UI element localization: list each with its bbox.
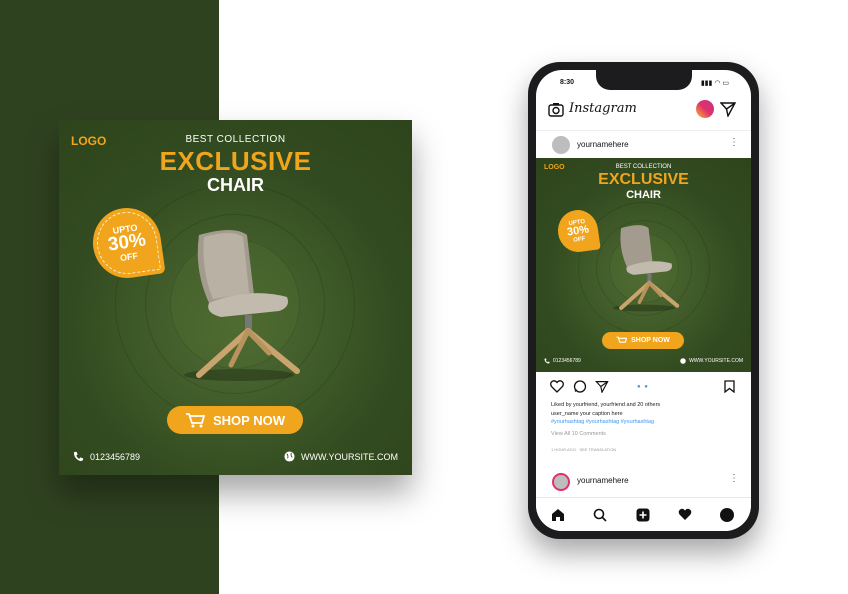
chair-image xyxy=(184,230,300,381)
globe-icon xyxy=(680,358,686,364)
status-time: 8:30 xyxy=(560,79,575,86)
phone-frame: 8:30 ▮▮▮ ◠ ▭ Instagram yournamehere ⋮ LO… xyxy=(528,62,759,539)
website-url: WWW.YOURSITE.COM xyxy=(301,451,398,462)
shop-now-button[interactable]: SHOP NOW xyxy=(167,406,303,434)
contact-phone: 0123456789 xyxy=(544,358,581,364)
next-post-header: yournamehere ⋮ xyxy=(536,469,751,495)
more-options-icon[interactable]: ⋮ xyxy=(729,137,739,148)
phone-icon xyxy=(544,358,550,364)
app-title: Instagram xyxy=(569,101,637,116)
website-url: WWW.YOURSITE.COM xyxy=(689,358,743,364)
subheadline: CHAIR xyxy=(207,175,264,195)
chair-image xyxy=(612,225,680,312)
phone-notch xyxy=(596,70,692,90)
plus-icon[interactable] xyxy=(636,508,650,522)
phone-number: 0123456789 xyxy=(90,451,141,462)
contact-website: WWW.YOURSITE.COM xyxy=(680,358,743,364)
kicker-text: BEST COLLECTION xyxy=(615,164,672,170)
app-header: Instagram xyxy=(536,96,751,126)
shop-now-label: SHOP NOW xyxy=(213,412,285,428)
igtv-icon[interactable] xyxy=(696,100,714,118)
phone-icon xyxy=(73,451,84,462)
cart-icon xyxy=(616,336,628,343)
cart-icon xyxy=(186,413,205,428)
shop-now-button[interactable]: SHOP NOW xyxy=(602,332,684,349)
badge-line: OFF xyxy=(119,250,139,264)
badge-line: OFF xyxy=(572,235,586,244)
username[interactable]: yournamehere xyxy=(577,476,629,485)
shop-now-label: SHOP NOW xyxy=(631,337,670,344)
comment-icon[interactable] xyxy=(573,380,587,393)
bottom-nav xyxy=(536,497,751,531)
carousel-dots: ● ● xyxy=(637,384,649,390)
avatar[interactable] xyxy=(552,136,570,154)
search-icon[interactable] xyxy=(593,508,607,522)
heart-icon[interactable] xyxy=(550,380,564,393)
phone-screen: 8:30 ▮▮▮ ◠ ▭ Instagram yournamehere ⋮ LO… xyxy=(536,70,751,531)
contact-phone: 0123456789 xyxy=(73,451,140,462)
home-icon[interactable] xyxy=(551,508,565,522)
hashtags-text[interactable]: #yourhashtag #yourhashtag #yourhashtag xyxy=(551,419,654,425)
bookmark-icon[interactable] xyxy=(724,380,735,393)
heart-icon[interactable] xyxy=(678,508,692,521)
phone-number: 0123456789 xyxy=(553,358,581,364)
view-comments-link[interactable]: View All 10 Comments xyxy=(551,431,606,437)
post-actions: ● ● xyxy=(536,374,751,398)
post-header: yournamehere ⋮ xyxy=(536,130,751,158)
avatar[interactable] xyxy=(552,473,570,491)
contact-website: WWW.YOURSITE.COM xyxy=(284,451,398,462)
username[interactable]: yournamehere xyxy=(577,140,629,149)
profile-icon[interactable] xyxy=(720,508,734,522)
globe-icon xyxy=(284,451,295,462)
discount-badge: UPTO 30% OFF xyxy=(555,207,601,255)
share-icon[interactable] xyxy=(595,380,609,393)
more-options-icon[interactable]: ⋮ xyxy=(729,473,739,484)
camera-icon[interactable] xyxy=(548,102,564,117)
likes-text[interactable]: Liked by yourfriend, yourfriend and 20 o… xyxy=(551,402,660,408)
caption-text: user_name your caption here xyxy=(551,411,623,417)
kicker-text: BEST COLLECTION xyxy=(185,134,286,145)
translation-link[interactable]: 1 HOUR AGO · SEE TRANSLATION xyxy=(551,447,616,452)
status-icons: ▮▮▮ ◠ ▭ xyxy=(700,80,729,87)
promo-post: LOGO BEST COLLECTION EXCLUSIVE CHAIR UPT… xyxy=(59,120,412,475)
subheadline: CHAIR xyxy=(626,189,661,201)
send-icon[interactable] xyxy=(720,101,736,117)
headline: EXCLUSIVE xyxy=(159,146,312,176)
headline: EXCLUSIVE xyxy=(598,171,689,188)
feed-post-image: LOGO BEST COLLECTION EXCLUSIVE CHAIR UPT… xyxy=(536,158,751,372)
